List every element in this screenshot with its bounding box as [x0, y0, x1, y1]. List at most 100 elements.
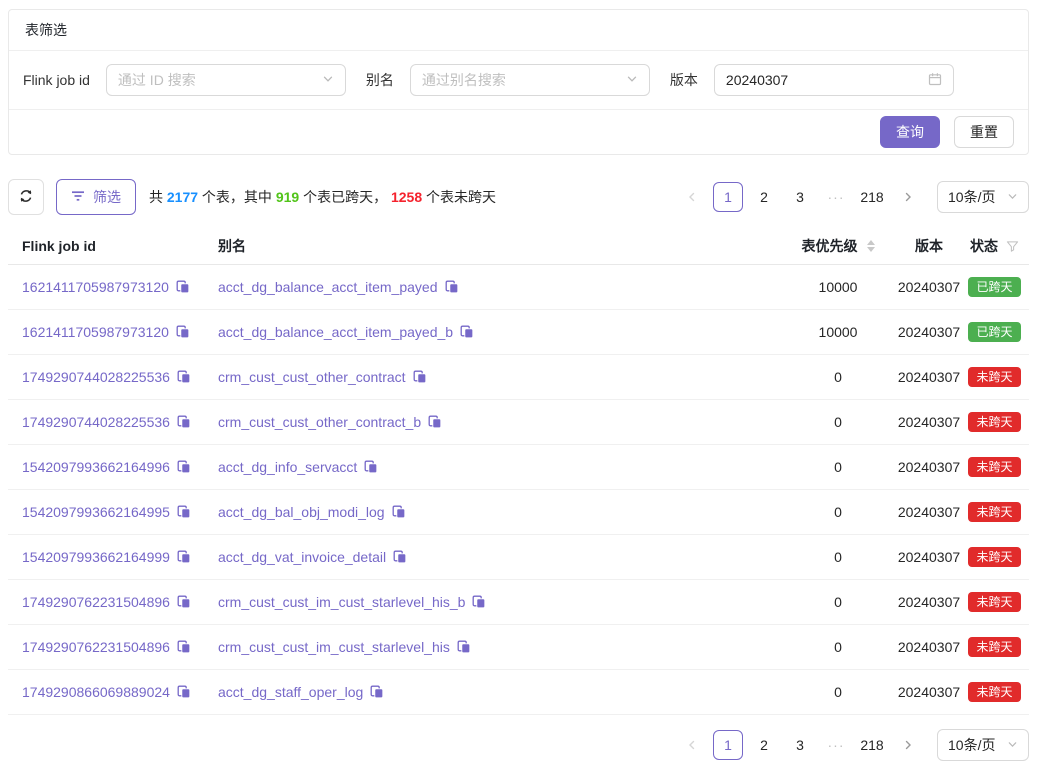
- alias-cell: crm_cust_cust_other_contract: [218, 369, 778, 385]
- uncrossed-count: 1258: [391, 189, 422, 205]
- job-id-link[interactable]: 1749290762231504896: [22, 594, 170, 610]
- alias-link[interactable]: acct_dg_staff_oper_log: [218, 684, 363, 700]
- jobs-table: Flink job id 别名 表优先级 版本 状态 1621411705987…: [8, 228, 1029, 715]
- crossed-count: 919: [276, 189, 299, 205]
- page-button-2[interactable]: 2: [749, 730, 779, 760]
- copy-icon[interactable]: [176, 325, 190, 339]
- header-status[interactable]: 状态: [960, 236, 1029, 256]
- status-badge: 未跨天: [968, 592, 1020, 612]
- priority-cell: 0: [778, 684, 898, 700]
- page-button-2[interactable]: 2: [749, 182, 779, 212]
- version-cell: 20240307: [898, 414, 960, 430]
- copy-icon[interactable]: [445, 280, 459, 294]
- alias-link[interactable]: acct_dg_bal_obj_modi_log: [218, 504, 385, 520]
- page-button-3[interactable]: 3: [785, 182, 815, 212]
- job-id-link[interactable]: 1749290866069889024: [22, 684, 170, 700]
- pagination-top: 123···218 10条/页: [677, 181, 1029, 213]
- version-cell: 20240307: [898, 504, 960, 520]
- reset-button[interactable]: 重置: [954, 116, 1014, 148]
- version-date-input[interactable]: [726, 72, 928, 88]
- table-row: 1749290866069889024 acct_dg_staff_oper_l…: [8, 670, 1029, 715]
- page-button-218[interactable]: 218: [857, 182, 887, 212]
- job-id-link[interactable]: 1749290762231504896: [22, 639, 170, 655]
- version-cell: 20240307: [898, 369, 960, 385]
- status-badge: 未跨天: [968, 502, 1020, 522]
- alias-link[interactable]: crm_cust_cust_im_cust_starlevel_his_b: [218, 594, 465, 610]
- copy-icon[interactable]: [177, 370, 191, 384]
- copy-icon[interactable]: [392, 505, 406, 519]
- copy-icon[interactable]: [177, 550, 191, 564]
- version-cell: 20240307: [898, 549, 960, 565]
- alias-link[interactable]: acct_dg_vat_invoice_detail: [218, 549, 386, 565]
- alias-link[interactable]: acct_dg_balance_acct_item_payed: [218, 279, 438, 295]
- refresh-button[interactable]: [8, 179, 44, 215]
- copy-icon[interactable]: [364, 460, 378, 474]
- alias-cell: acct_dg_vat_invoice_detail: [218, 549, 778, 565]
- chevron-right-icon: [903, 737, 913, 753]
- copy-icon[interactable]: [177, 595, 191, 609]
- alias-cell: acct_dg_info_servacct: [218, 459, 778, 475]
- alias-link[interactable]: crm_cust_cust_im_cust_starlevel_his: [218, 639, 450, 655]
- copy-icon[interactable]: [457, 640, 471, 654]
- alias-select[interactable]: 通过别名搜索: [410, 64, 650, 96]
- chevron-down-icon: [1007, 189, 1018, 205]
- job-id-link[interactable]: 1542097993662164999: [22, 549, 170, 565]
- status-badge: 未跨天: [968, 547, 1020, 567]
- job-id-link[interactable]: 1542097993662164995: [22, 504, 170, 520]
- alias-link[interactable]: crm_cust_cust_other_contract_b: [218, 414, 421, 430]
- prev-page-button[interactable]: [677, 182, 707, 212]
- header-priority[interactable]: 表优先级: [778, 236, 898, 256]
- copy-icon[interactable]: [428, 415, 442, 429]
- header-version: 版本: [898, 236, 960, 256]
- priority-cell: 0: [778, 459, 898, 475]
- copy-icon[interactable]: [177, 640, 191, 654]
- status-cell: 未跨天: [960, 457, 1029, 477]
- alias-link[interactable]: acct_dg_info_servacct: [218, 459, 357, 475]
- prev-page-button[interactable]: [677, 730, 707, 760]
- query-button[interactable]: 查询: [880, 116, 940, 148]
- copy-icon[interactable]: [472, 595, 486, 609]
- status-badge: 未跨天: [968, 412, 1020, 432]
- copy-icon[interactable]: [177, 685, 191, 699]
- next-page-button[interactable]: [893, 182, 923, 212]
- job-id-link[interactable]: 1542097993662164996: [22, 459, 170, 475]
- pagination-bottom-wrap: 123···218 10条/页: [8, 729, 1029, 761]
- copy-icon[interactable]: [176, 280, 190, 294]
- page-ellipsis[interactable]: ···: [821, 730, 851, 760]
- job-id-link[interactable]: 1621411705987973120: [22, 279, 169, 295]
- job-id-link[interactable]: 1749290744028225536: [22, 369, 170, 385]
- flink-job-id-select[interactable]: 通过 ID 搜索: [106, 64, 346, 96]
- filter-card-footer: 查询 重置: [9, 110, 1028, 154]
- status-badge: 已跨天: [968, 277, 1020, 297]
- filter-lines-icon: [71, 189, 85, 205]
- sort-icon[interactable]: [867, 240, 875, 252]
- table-row: 1621411705987973120 acct_dg_balance_acct…: [8, 265, 1029, 310]
- page-button-218[interactable]: 218: [857, 730, 887, 760]
- page-ellipsis[interactable]: ···: [821, 182, 851, 212]
- page-button-1[interactable]: 1: [713, 182, 743, 212]
- copy-icon[interactable]: [177, 415, 191, 429]
- copy-icon[interactable]: [370, 685, 384, 699]
- next-page-button[interactable]: [893, 730, 923, 760]
- copy-icon[interactable]: [460, 325, 474, 339]
- copy-icon[interactable]: [177, 505, 191, 519]
- job-id-link[interactable]: 1749290744028225536: [22, 414, 170, 430]
- version-date-picker[interactable]: [714, 64, 954, 96]
- copy-icon[interactable]: [393, 550, 407, 564]
- filter-toggle-button[interactable]: 筛选: [56, 179, 136, 215]
- table-row: 1749290762231504896 crm_cust_cust_im_cus…: [8, 580, 1029, 625]
- alias-link[interactable]: crm_cust_cust_other_contract: [218, 369, 406, 385]
- page-button-3[interactable]: 3: [785, 730, 815, 760]
- page-button-1[interactable]: 1: [713, 730, 743, 760]
- header-alias: 别名: [218, 236, 778, 256]
- page-size-select[interactable]: 10条/页: [937, 729, 1029, 761]
- page-size-select[interactable]: 10条/页: [937, 181, 1029, 213]
- job-id-link[interactable]: 1621411705987973120: [22, 324, 169, 340]
- copy-icon[interactable]: [413, 370, 427, 384]
- copy-icon[interactable]: [177, 460, 191, 474]
- chevron-left-icon: [687, 737, 697, 753]
- alias-link[interactable]: acct_dg_balance_acct_item_payed_b: [218, 324, 453, 340]
- table-row: 1621411705987973120 acct_dg_balance_acct…: [8, 310, 1029, 355]
- alias-cell: acct_dg_bal_obj_modi_log: [218, 504, 778, 520]
- funnel-filter-icon[interactable]: [1006, 240, 1019, 253]
